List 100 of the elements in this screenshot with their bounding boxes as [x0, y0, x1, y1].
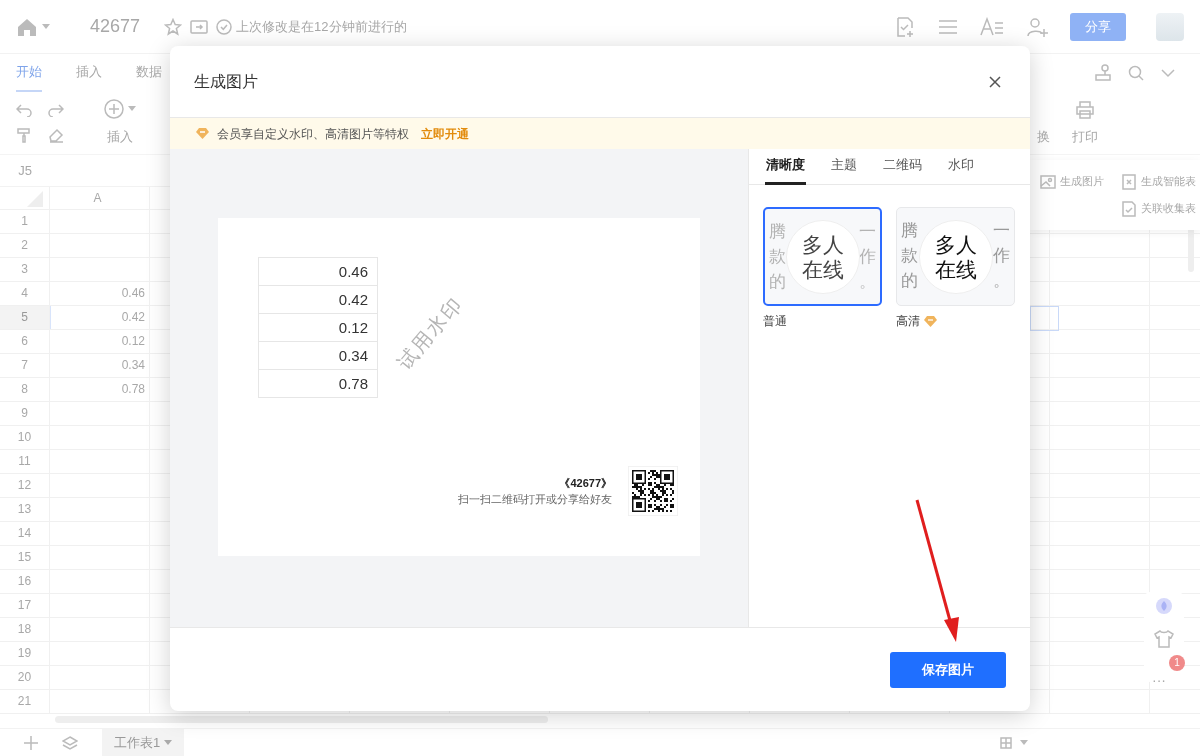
grid-view-icon[interactable]	[1000, 736, 1012, 749]
close-icon[interactable]	[988, 74, 1002, 89]
ribbon-tab[interactable]: 开始	[16, 54, 42, 92]
assistant-icon[interactable]	[1154, 596, 1174, 616]
caret-icon[interactable]	[128, 106, 136, 113]
home-icon[interactable]	[16, 16, 38, 37]
shirt-icon[interactable]	[1154, 630, 1174, 648]
row-header[interactable]: 13	[0, 498, 50, 522]
sample-text: 作	[859, 246, 876, 268]
collaborator-icon[interactable]	[1094, 64, 1112, 82]
row-header[interactable]: 15	[0, 546, 50, 570]
menu-item[interactable]: 关联收集表	[1140, 200, 1196, 217]
row-header[interactable]: 5	[0, 306, 50, 330]
text-format-icon[interactable]	[980, 16, 1004, 37]
sample-text: 。	[859, 271, 876, 293]
row-header[interactable]: 9	[0, 402, 50, 426]
document-check-icon[interactable]	[894, 15, 916, 38]
sample-text: 一	[993, 220, 1010, 242]
table-cell: 0.12	[258, 313, 378, 342]
insert-label[interactable]: 插入	[107, 127, 133, 147]
sample-text: 作	[993, 245, 1010, 267]
sheet-tab[interactable]: 工作表1	[102, 728, 185, 756]
banner-text: 会员享自定义水印、高清图片等特权	[217, 125, 409, 143]
redo-icon[interactable]	[48, 103, 64, 117]
scrollbar[interactable]	[55, 716, 548, 723]
settings-tab[interactable]: 二维码	[882, 149, 923, 185]
option-label: 高清	[896, 313, 920, 330]
printer-icon[interactable]	[1076, 100, 1094, 119]
sample-text: 多人	[800, 231, 845, 257]
row-header[interactable]: 7	[0, 354, 50, 378]
eraser-icon[interactable]	[48, 127, 64, 143]
row-header[interactable]: 3	[0, 258, 50, 282]
menu-item[interactable]: 生成智能表	[1140, 173, 1196, 190]
more-button[interactable]: ···	[1152, 670, 1166, 691]
row-header[interactable]: 1	[0, 210, 50, 234]
dialog-title: 生成图片	[194, 71, 258, 92]
settings-tab[interactable]: 水印	[947, 149, 975, 185]
chevron-down-icon[interactable]	[1160, 68, 1176, 78]
toolbar-label[interactable]: 打印	[1072, 126, 1098, 146]
save-button[interactable]: 保存图片	[890, 651, 1006, 688]
add-sheet-icon[interactable]	[24, 735, 38, 750]
add-user-icon[interactable]	[1026, 16, 1048, 37]
settings-tab[interactable]: 主题	[830, 149, 858, 185]
sample-text: 多人	[933, 231, 978, 257]
check-circle-icon	[216, 18, 233, 35]
ribbon-tab[interactable]: 数据	[136, 54, 162, 92]
table-cell: 0.46	[50, 282, 150, 306]
row-header[interactable]: 14	[0, 522, 50, 546]
star-icon[interactable]	[164, 17, 183, 36]
table-cell: 0.46	[258, 257, 378, 286]
qr-code	[628, 466, 678, 516]
row-header[interactable]: 8	[0, 378, 50, 402]
search-icon[interactable]	[1128, 65, 1144, 81]
ribbon-tab[interactable]: 插入	[76, 54, 102, 92]
share-button[interactable]: 分享	[1070, 12, 1126, 41]
document-title: 《42677》	[559, 475, 612, 491]
row-header[interactable]: 6	[0, 330, 50, 354]
row-header[interactable]: 16	[0, 570, 50, 594]
sample-text: 腾	[769, 221, 786, 243]
document-title[interactable]: 42677	[90, 13, 141, 40]
row-header[interactable]: 11	[0, 450, 50, 474]
option-label: 普通	[763, 313, 787, 330]
column-header[interactable]: A	[50, 187, 150, 210]
watermark-text: 试用水印	[392, 291, 468, 376]
sample-text: 在线	[933, 256, 978, 282]
checklist-icon[interactable]	[1120, 200, 1137, 217]
avatar[interactable]	[1156, 12, 1184, 41]
menu-item[interactable]: 生成图片	[1060, 173, 1104, 190]
row-header[interactable]: 17	[0, 594, 50, 618]
table-cell: 0.78	[50, 378, 150, 402]
table-cell: 0.34	[50, 354, 150, 378]
caret-icon[interactable]	[164, 739, 173, 746]
table-cell: 0.34	[258, 341, 378, 370]
sample-text: 一	[859, 221, 876, 243]
row-header[interactable]: 19	[0, 642, 50, 666]
table-cell: 0.12	[50, 330, 150, 354]
row-header[interactable]: 18	[0, 618, 50, 642]
sample-text: 。	[993, 270, 1010, 292]
layers-icon[interactable]	[62, 735, 78, 750]
row-header[interactable]: 21	[0, 690, 50, 714]
row-header[interactable]: 2	[0, 234, 50, 258]
settings-tab[interactable]: 清晰度	[765, 149, 806, 185]
upgrade-link[interactable]: 立即开通	[421, 124, 469, 143]
image-icon[interactable]	[1040, 173, 1056, 190]
caret-icon[interactable]	[1020, 739, 1028, 746]
row-header[interactable]: 12	[0, 474, 50, 498]
add-circle-icon[interactable]	[104, 99, 124, 120]
name-box[interactable]: J5	[0, 160, 50, 181]
undo-icon[interactable]	[16, 103, 32, 117]
sample-text: 款	[769, 246, 786, 268]
toolbar-label[interactable]: 换	[1037, 126, 1050, 146]
row-header[interactable]: 10	[0, 426, 50, 450]
table-cell: 0.42	[258, 285, 378, 314]
menu-icon[interactable]	[938, 18, 958, 35]
table-cell: 0.42	[50, 306, 150, 330]
row-header[interactable]: 20	[0, 666, 50, 690]
caret-icon[interactable]	[42, 23, 50, 30]
format-painter-icon[interactable]	[16, 127, 32, 143]
selected-cell[interactable]	[1030, 306, 1059, 331]
sample-text: 的	[769, 271, 786, 293]
